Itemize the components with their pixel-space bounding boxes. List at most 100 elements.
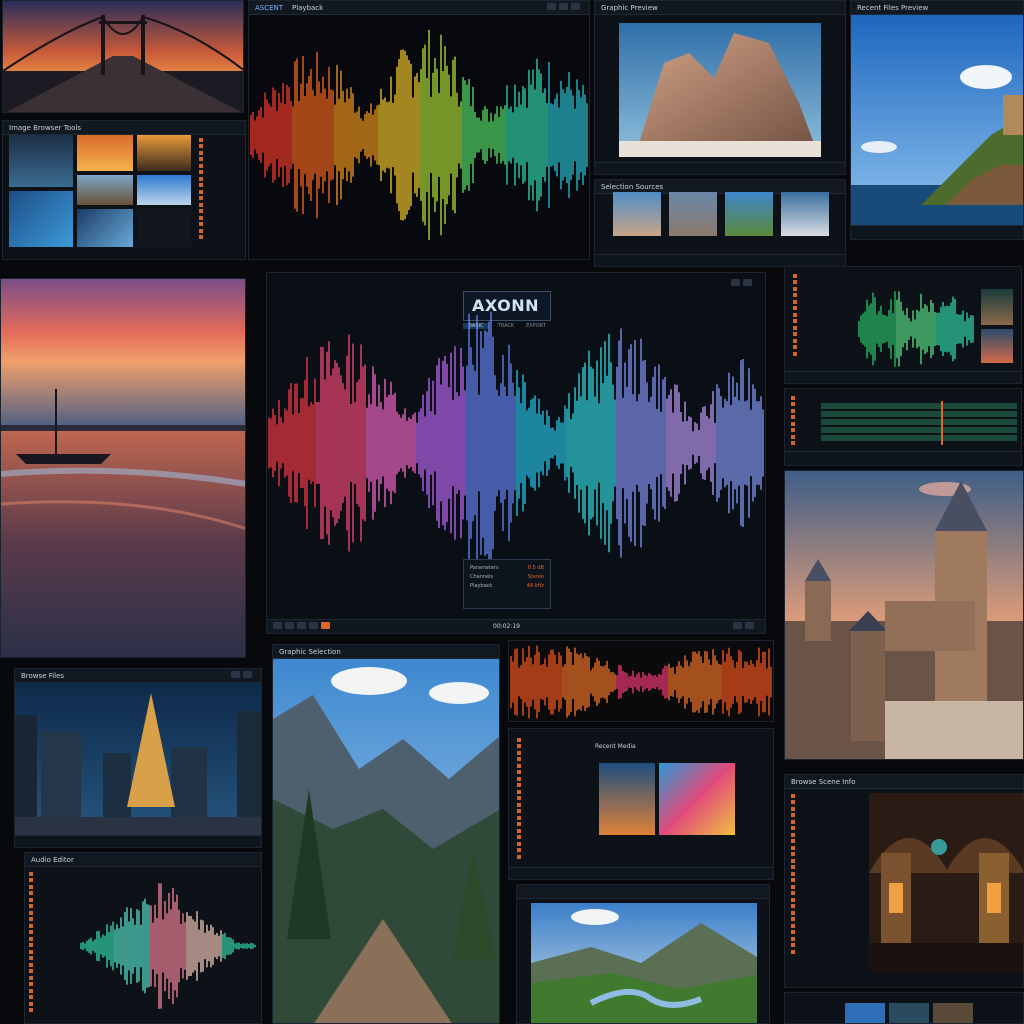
thumb-sky[interactable] <box>845 1003 885 1023</box>
close-icon[interactable] <box>243 671 252 678</box>
record-icon[interactable] <box>297 622 306 629</box>
meter-footer <box>785 451 1021 465</box>
bottom-thumb-strip[interactable] <box>784 992 1024 1024</box>
rock-photo <box>619 23 821 157</box>
info-value: 0.5 dB <box>527 565 544 571</box>
thumb-dark[interactable] <box>137 209 191 247</box>
main-waveform[interactable] <box>267 293 766 593</box>
tool-icon[interactable] <box>559 3 568 10</box>
hall-scene-panel[interactable]: Browse Scene Info <box>784 774 1024 988</box>
time-readout: 00:02:19 <box>493 623 520 630</box>
waveform-top-toolbar: ASCENT Playback <box>249 1 589 15</box>
small-audio-editor[interactable]: Audio Editor <box>24 852 262 1024</box>
thumb-mountain[interactable] <box>137 175 191 205</box>
play-icon[interactable] <box>273 622 282 629</box>
sunset-boat-photo <box>1 279 245 657</box>
mountain-photo <box>273 659 499 1023</box>
refresh-icon[interactable] <box>231 671 240 678</box>
cathedral-photo-tile[interactable] <box>784 470 1024 760</box>
main-audio-editor[interactable]: AXONN BASIC TRACK EXPORT Parameters 0.5 dB … <box>266 272 766 634</box>
rock-panel-footer <box>595 162 845 174</box>
window-controls <box>731 277 755 286</box>
thumb-portrait-small[interactable] <box>933 1003 973 1023</box>
mini-wave-footer <box>785 371 1021 383</box>
mountain-panel-toolbar: Graphic Selection <box>273 645 499 659</box>
info-row: Playback 48 kHz <box>470 582 544 591</box>
photo-tile-bridge[interactable] <box>2 0 244 113</box>
meter-tracks <box>821 401 1017 445</box>
meter-track <box>821 403 1017 409</box>
waveform-display[interactable] <box>249 15 590 255</box>
orange-waveform-strip[interactable] <box>508 640 774 722</box>
thumb-desert[interactable] <box>77 135 133 171</box>
orange-waveform <box>510 645 772 719</box>
file-list[interactable] <box>199 137 245 241</box>
rock-preview-panel[interactable]: Graphic Preview <box>594 0 846 175</box>
city-panel-toolbar: Browse Files <box>15 669 261 683</box>
thumb-doll[interactable] <box>981 329 1013 363</box>
clip-list[interactable] <box>29 871 73 1014</box>
panel-title: Graphic Preview <box>601 4 658 12</box>
panel-title: Selection Sources <box>601 183 664 191</box>
zoom-icon[interactable] <box>733 622 742 629</box>
photo-grid-toolbar: Image Browser Tools <box>3 121 245 135</box>
playhead-marker[interactable] <box>941 401 943 445</box>
info-label: Playback <box>470 583 493 589</box>
media-footer <box>509 867 773 879</box>
media-browser-panel[interactable]: Recent Media <box>508 728 774 880</box>
thumb-people[interactable] <box>889 1003 929 1023</box>
thumb-person[interactable] <box>781 192 829 236</box>
thumb-face-small[interactable] <box>981 289 1013 325</box>
city-night-panel[interactable]: Browse Files <box>14 668 262 848</box>
city-footer <box>15 835 261 847</box>
transport-bar: 00:02:19 <box>267 619 765 633</box>
panel-title: Graphic Selection <box>279 648 341 656</box>
stop-icon[interactable] <box>285 622 294 629</box>
mini-waveform-panel[interactable] <box>784 266 1022 384</box>
waveform-panel-top[interactable]: ASCENT Playback <box>248 0 590 260</box>
thumb-strip-footer <box>595 254 845 266</box>
thumb-clown[interactable] <box>599 763 655 835</box>
thumb-rock[interactable] <box>613 192 661 236</box>
minimize-icon[interactable] <box>731 279 740 286</box>
city-night-photo <box>15 683 261 837</box>
info-value: 48 kHz <box>526 583 544 589</box>
thumb-castle[interactable] <box>137 135 191 171</box>
settings-icon[interactable] <box>745 622 754 629</box>
coast-photo-panel[interactable]: Recent Files Preview <box>850 0 1024 240</box>
tool-icon[interactable] <box>547 3 556 10</box>
panel-title: Audio Editor <box>31 856 74 864</box>
close-icon[interactable] <box>743 279 752 286</box>
bridge-photo <box>3 1 243 112</box>
thumb-cliff[interactable] <box>669 192 717 236</box>
mountain-valley-panel[interactable]: Graphic Selection <box>272 644 500 1024</box>
green-waveform <box>858 291 974 367</box>
valley-toolbar <box>517 885 769 899</box>
green-valley-panel[interactable] <box>516 884 770 1024</box>
coast-photo <box>851 15 1023 229</box>
scene-tree[interactable] <box>791 793 861 956</box>
panel-title: ASCENT <box>255 4 284 12</box>
track-meter-panel[interactable] <box>784 388 1022 466</box>
marker-icon[interactable] <box>321 622 330 629</box>
info-row: Channels Stereo <box>470 573 544 582</box>
info-label: Channels <box>470 574 494 580</box>
thumb-face[interactable] <box>77 209 133 247</box>
coast-footer <box>851 225 1023 239</box>
panel-title: Browse Scene Info <box>791 778 856 786</box>
sunset-photo-tile[interactable] <box>0 278 246 658</box>
thumb-ruins[interactable] <box>77 175 133 205</box>
small-waveform <box>80 883 256 1009</box>
thumb-hand[interactable] <box>9 191 73 247</box>
loop-icon[interactable] <box>309 622 318 629</box>
tool-icon[interactable] <box>571 3 580 10</box>
thumb-portrait[interactable] <box>9 135 73 187</box>
valley-photo <box>531 903 757 1023</box>
thumb-field[interactable] <box>725 192 773 236</box>
track-list[interactable] <box>793 273 851 358</box>
thumbnail-strip-panel[interactable]: Selection Sources <box>594 179 846 267</box>
photo-grid-browser[interactable]: Image Browser Tools <box>2 120 246 260</box>
thumb-abstract[interactable] <box>659 763 735 835</box>
media-tree[interactable] <box>517 737 587 861</box>
menu-playback[interactable]: Playback <box>292 4 323 12</box>
